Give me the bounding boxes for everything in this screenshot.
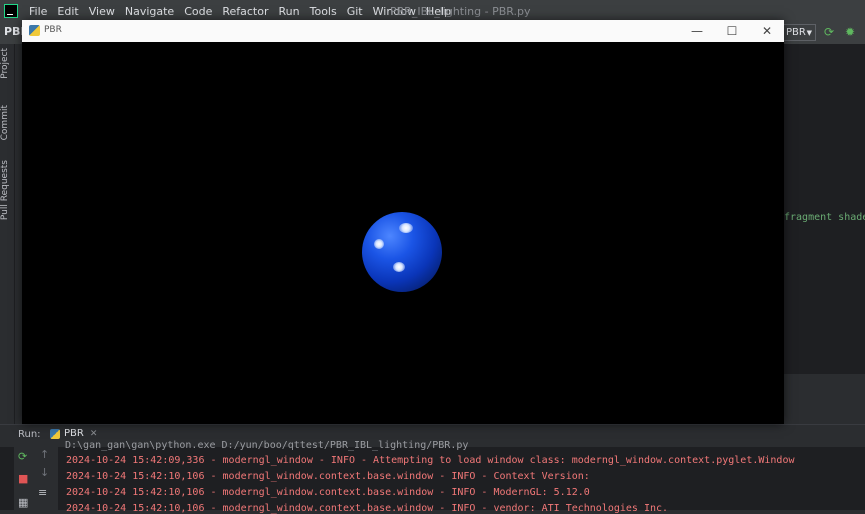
app-window-title: PBR	[44, 25, 62, 35]
maximize-button[interactable]: ☐	[715, 22, 749, 40]
specular-highlight	[374, 239, 384, 249]
run-label: Run:	[18, 429, 41, 440]
minimize-button[interactable]: —	[680, 22, 714, 40]
console-log-line: 2024-10-24 15:42:10,106 - moderngl_windo…	[66, 503, 669, 514]
tool-tab-commit[interactable]: Commit	[0, 105, 14, 140]
run-tab-pbr[interactable]: PBR ✕	[50, 428, 97, 439]
specular-highlight	[399, 223, 413, 233]
run-tab-label: PBR	[64, 428, 84, 439]
stop-icon[interactable]: ■	[18, 472, 28, 485]
menu-edit[interactable]: Edit	[52, 5, 83, 18]
specular-highlight	[393, 262, 405, 272]
layout-icon[interactable]: ▦	[18, 496, 28, 509]
menu-run[interactable]: Run	[274, 5, 305, 18]
close-button[interactable]: ✕	[750, 22, 784, 40]
menu-file[interactable]: File	[24, 5, 52, 18]
code-editor[interactable]	[784, 44, 865, 374]
ide-menu-bar: File Edit View Navigate Code Refactor Ru…	[0, 0, 865, 22]
soft-wrap-icon[interactable]: ≡	[38, 486, 47, 499]
ide-title: PBR_IBL_lighting - PBR.py	[390, 4, 531, 18]
console-log-line: 2024-10-24 15:42:10,106 - moderngl_windo…	[66, 487, 590, 498]
console-log-line: 2024-10-24 15:42:10,106 - moderngl_windo…	[66, 471, 590, 482]
arrow-up-icon[interactable]: ↑	[40, 448, 49, 461]
menu-view[interactable]: View	[84, 5, 120, 18]
console-toolbar: ⟳ ↑ ↓ ■ ≡ ▦	[14, 446, 58, 510]
rerun-run-icon[interactable]: ⟳	[18, 450, 27, 463]
menu-code[interactable]: Code	[179, 5, 217, 18]
python-icon	[50, 428, 60, 439]
run-configuration-select[interactable]: PBR ▼	[782, 24, 816, 41]
menu-git[interactable]: Git	[342, 5, 368, 18]
tool-tab-project[interactable]: Project	[0, 48, 14, 79]
pbr-app-window[interactable]: PBR — ☐ ✕	[22, 20, 784, 424]
close-icon[interactable]: ✕	[90, 429, 98, 439]
pycharm-logo-icon	[4, 4, 18, 18]
tool-tab-pull-requests[interactable]: Pull Requests	[0, 160, 14, 220]
run-config-label: PBR	[786, 27, 806, 38]
render-canvas[interactable]	[22, 42, 784, 424]
console-log-line: 2024-10-24 15:42:09,336 - moderngl_windo…	[66, 455, 795, 466]
debug-icon[interactable]: ✹	[845, 25, 855, 39]
menu-refactor[interactable]: Refactor	[217, 5, 273, 18]
chevron-down-icon: ▼	[806, 28, 812, 37]
arrow-down-icon[interactable]: ↓	[40, 466, 49, 479]
python-app-icon	[29, 25, 40, 36]
pbr-sphere	[362, 212, 442, 292]
editor-code-fragment: fragment shade	[784, 212, 865, 223]
menu-tools[interactable]: Tools	[305, 5, 342, 18]
rerun-icon[interactable]: ⟳	[824, 25, 834, 39]
left-tool-strip	[0, 44, 15, 424]
menu-navigate[interactable]: Navigate	[120, 5, 179, 18]
console-command-line: D:\gan_gan\gan\python.exe D:/yun/boo/qtt…	[65, 440, 469, 451]
app-title-bar[interactable]: PBR — ☐ ✕	[22, 20, 784, 42]
